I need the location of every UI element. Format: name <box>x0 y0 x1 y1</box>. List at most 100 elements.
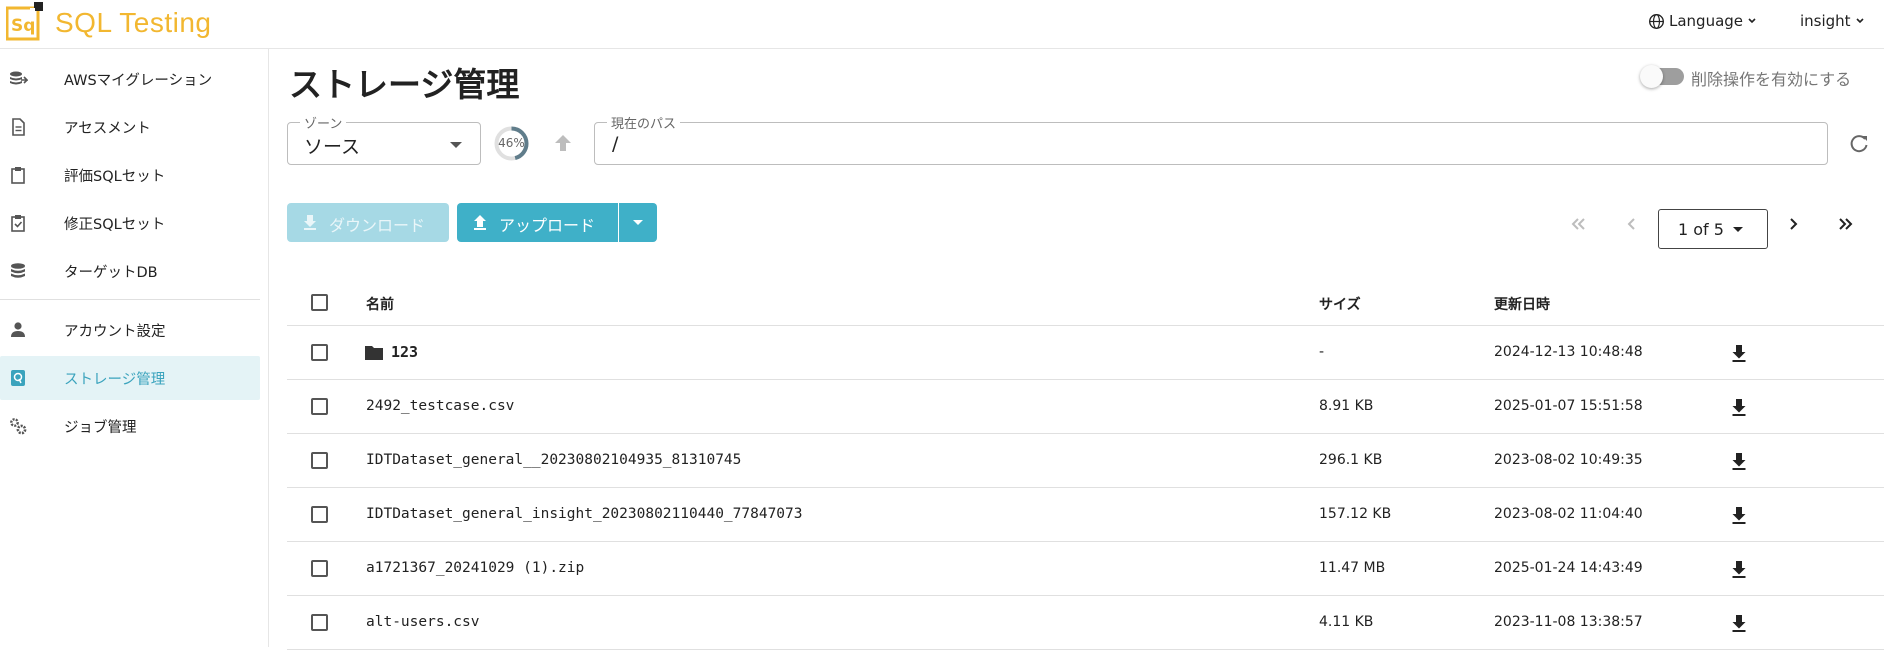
sidebar-item-label: アカウント設定 <box>64 323 166 340</box>
page-select-text: 1 of 5 <box>1678 220 1724 239</box>
file-name[interactable]: alt-users.csv <box>366 614 480 630</box>
caret-down-icon <box>1733 227 1743 232</box>
caret-down-icon <box>633 220 643 225</box>
app-title: SQL Testing <box>55 7 212 38</box>
zone-select[interactable]: ゾーン ソース <box>287 113 481 165</box>
upload-button[interactable]: アップロード <box>457 203 618 242</box>
sidebar-item-aws-migration[interactable]: AWSマイグレーション <box>0 57 260 101</box>
table-row[interactable]: 2492_testcase.csv 8.91 KB 2025-01-07 15:… <box>287 380 1884 434</box>
clipboard-check-icon <box>11 215 25 232</box>
zone-value: ソース <box>304 136 361 158</box>
sidebar-divider <box>0 299 260 300</box>
column-header-size[interactable]: サイズ <box>1319 294 1361 314</box>
download-button[interactable]: ダウンロード <box>287 203 449 242</box>
row-checkbox[interactable] <box>311 560 328 577</box>
row-checkbox[interactable] <box>311 398 328 415</box>
file-name[interactable]: 123 <box>391 343 418 361</box>
file-size: - <box>1319 344 1325 360</box>
file-name[interactable]: IDTDataset_general_insight_2023080211044… <box>366 506 803 522</box>
sidebar-item-eval-sql-set[interactable]: 評価SQLセット <box>0 153 260 197</box>
path-legend: 現在のパス <box>607 113 681 132</box>
language-menu[interactable]: Language <box>1648 12 1757 30</box>
upload-icon <box>474 215 486 230</box>
next-page-icon[interactable] <box>1784 214 1804 234</box>
chevron-down-icon <box>1856 18 1864 24</box>
chevron-down-icon <box>1748 18 1756 24</box>
row-checkbox[interactable] <box>311 344 328 361</box>
sidebar-item-label: 評価SQLセット <box>64 168 166 185</box>
sidebar-item-job-management[interactable]: ジョブ管理 <box>0 404 260 448</box>
file-size: 4.11 KB <box>1319 614 1374 630</box>
file-modified: 2023-08-02 10:49:35 <box>1494 452 1643 468</box>
sidebar-item-account-settings[interactable]: アカウント設定 <box>0 308 260 352</box>
document-icon <box>12 118 25 136</box>
select-all-checkbox[interactable] <box>311 294 328 311</box>
file-name[interactable]: a1721367_20241029 (1).zip <box>366 560 584 576</box>
file-modified: 2023-11-08 13:38:57 <box>1494 614 1643 630</box>
download-icon <box>304 215 316 230</box>
page-select[interactable]: 1 of 5 <box>1658 209 1768 249</box>
user-menu[interactable]: insight <box>1800 12 1865 30</box>
database-icon <box>11 263 25 278</box>
column-header-name[interactable]: 名前 <box>366 294 394 314</box>
sidebar-item-assessment[interactable]: アセスメント <box>0 105 260 149</box>
toggle-knob <box>1640 65 1663 88</box>
first-page-icon[interactable] <box>1568 214 1588 234</box>
user-label: insight <box>1800 12 1851 30</box>
progress-text: 46% <box>498 136 525 150</box>
language-label: Language <box>1669 12 1744 30</box>
table-row[interactable]: IDTDataset_general_insight_2023080211044… <box>287 488 1884 542</box>
refresh-icon[interactable] <box>1848 133 1870 155</box>
file-modified: 2025-01-07 15:51:58 <box>1494 398 1643 414</box>
upload-menu-button[interactable] <box>619 203 657 242</box>
zone-legend: ゾーン <box>300 113 347 132</box>
download-icon[interactable] <box>1728 504 1750 526</box>
download-label: ダウンロード <box>329 216 426 235</box>
table-row[interactable]: 123 - 2024-12-13 10:48:48 <box>287 326 1884 380</box>
file-name[interactable]: 2492_testcase.csv <box>366 398 514 414</box>
file-name[interactable]: IDTDataset_general__20230802104935_81310… <box>366 452 741 468</box>
column-header-modified[interactable]: 更新日時 <box>1494 294 1550 314</box>
download-icon[interactable] <box>1728 450 1750 472</box>
page-title: ストレージ管理 <box>289 65 520 104</box>
file-modified: 2024-12-13 10:48:48 <box>1494 344 1643 360</box>
delete-enable-toggle[interactable] <box>1640 65 1684 88</box>
download-icon[interactable] <box>1728 558 1750 580</box>
row-checkbox[interactable] <box>311 614 328 631</box>
caret-down-icon <box>450 142 462 148</box>
sidebar-item-label: アセスメント <box>64 120 151 137</box>
sidebar-item-label: ストレージ管理 <box>64 371 166 388</box>
sidebar-item-storage[interactable]: ストレージ管理 <box>0 356 260 400</box>
file-size: 296.1 KB <box>1319 452 1383 468</box>
table-row[interactable]: IDTDataset_general__20230802104935_81310… <box>287 434 1884 488</box>
last-page-icon[interactable] <box>1836 214 1856 234</box>
file-modified: 2025-01-24 14:43:49 <box>1494 560 1643 576</box>
person-icon <box>11 322 25 337</box>
folder-icon <box>365 346 383 360</box>
gears-icon <box>10 418 27 435</box>
sidebar-item-label: ジョブ管理 <box>64 419 137 436</box>
row-checkbox[interactable] <box>311 506 328 523</box>
upload-label: アップロード <box>499 216 596 235</box>
file-size: 11.47 MB <box>1319 560 1386 576</box>
storage-icon <box>11 370 25 386</box>
sidebar: AWSマイグレーション アセスメント 評価SQLセット 修正SQLセット ターゲ… <box>0 49 269 647</box>
sidebar-item-label: 修正SQLセット <box>64 216 166 233</box>
sidebar-item-fix-sql-set[interactable]: 修正SQLセット <box>0 201 260 245</box>
prev-page-icon[interactable] <box>1621 214 1641 234</box>
download-icon[interactable] <box>1728 396 1750 418</box>
sidebar-item-target-db[interactable]: ターゲットDB <box>0 249 260 293</box>
table-header: 名前 サイズ 更新日時 <box>287 280 1884 326</box>
path-value: / <box>612 133 619 155</box>
delete-enable-label: 削除操作を有効にする <box>1691 70 1852 89</box>
table-row[interactable]: a1721367_20241029 (1).zip 11.47 MB 2025-… <box>287 542 1884 596</box>
file-size: 8.91 KB <box>1319 398 1374 414</box>
storage-usage-progress: 46% <box>493 125 530 162</box>
app-logo-icon: Sq <box>6 2 43 41</box>
row-checkbox[interactable] <box>311 452 328 469</box>
table-row[interactable]: alt-users.csv 4.11 KB 2023-11-08 13:38:5… <box>287 596 1884 650</box>
download-icon[interactable] <box>1728 612 1750 634</box>
current-path-field[interactable]: 現在のパス / <box>594 113 1828 165</box>
arrow-up-icon[interactable] <box>552 132 574 154</box>
download-icon[interactable] <box>1728 342 1750 364</box>
